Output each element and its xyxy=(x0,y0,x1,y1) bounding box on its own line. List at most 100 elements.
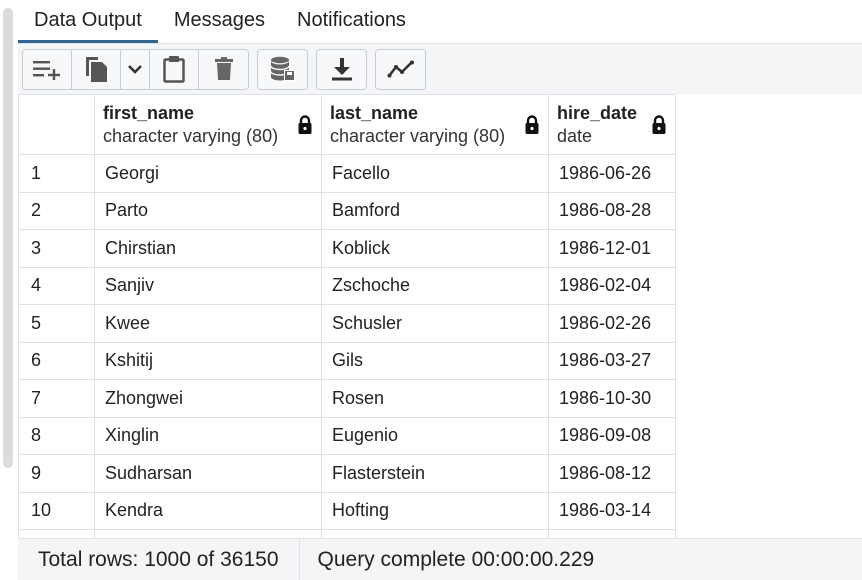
column-name: first_name xyxy=(103,102,195,123)
column-name: last_name xyxy=(330,102,419,123)
first-name-cell[interactable]: Zhongwei xyxy=(94,379,322,418)
table-body: 1 Georgi Facello 1986-06-26 2 Parto Bamford 198… xyxy=(18,154,676,538)
column-type: character varying (80) xyxy=(330,125,506,146)
row-number-cell[interactable]: 6 xyxy=(18,341,95,380)
hire-date-cell[interactable]: 1986-02-04 xyxy=(548,266,676,305)
download-icon xyxy=(331,58,352,81)
row-number-cell[interactable]: 8 xyxy=(18,416,95,455)
last-name-cell[interactable]: Facello xyxy=(321,154,549,193)
empty-cell[interactable] xyxy=(18,529,95,538)
row-number-cell[interactable]: 1 xyxy=(18,154,95,193)
hire-date-cell[interactable]: 1986-08-28 xyxy=(548,191,676,230)
table-row[interactable]: 4 Sanjiv Zschoche 1986-02-04 xyxy=(18,266,676,305)
table-row[interactable]: 7 Zhongwei Rosen 1986-10-30 xyxy=(18,379,676,418)
lock-icon xyxy=(652,114,666,134)
row-number-cell[interactable]: 10 xyxy=(18,491,95,530)
hire-date-cell[interactable]: 1986-03-27 xyxy=(548,341,676,380)
hire-date-cell[interactable]: 1986-03-14 xyxy=(548,491,676,530)
empty-cell[interactable] xyxy=(548,529,676,538)
data-toolbar xyxy=(18,44,862,94)
column-header-last-name[interactable]: last_name character varying (80) xyxy=(321,94,549,155)
hire-date-cell[interactable]: 1986-09-08 xyxy=(548,416,676,455)
tab-messages[interactable]: Messages xyxy=(158,0,281,40)
delete-icon xyxy=(214,57,233,80)
vertical-scrollbar[interactable] xyxy=(3,8,13,468)
add-row-button[interactable] xyxy=(23,49,72,89)
table-row[interactable]: 5 Kwee Schusler 1986-02-26 xyxy=(18,304,676,343)
last-name-cell[interactable]: Rosen xyxy=(321,379,549,418)
download-button[interactable] xyxy=(317,49,366,89)
column-type: character varying (80) xyxy=(103,125,279,146)
empty-cell[interactable] xyxy=(94,529,322,538)
save-data-button[interactable] xyxy=(258,49,307,89)
table-row[interactable]: 3 Chirstian Koblick 1986-12-01 xyxy=(18,229,676,268)
row-number-cell[interactable]: 4 xyxy=(18,266,95,305)
first-name-cell[interactable]: Chirstian xyxy=(94,229,322,268)
result-table: first_name character varying (80) last_n… xyxy=(18,94,676,538)
table-row[interactable]: 10 Kendra Hofting 1986-03-14 xyxy=(18,491,676,530)
last-name-cell[interactable]: Bamford xyxy=(321,191,549,230)
total-rows-status: Total rows: 1000 of 36150 xyxy=(38,547,279,571)
delete-button[interactable] xyxy=(199,49,248,89)
first-name-cell[interactable]: Xinglin xyxy=(94,416,322,455)
copy-button[interactable] xyxy=(72,49,121,89)
empty-cell[interactable] xyxy=(321,529,549,538)
column-header-hire-date[interactable]: hire_date date xyxy=(548,94,676,155)
copy-options-button[interactable] xyxy=(121,49,150,89)
graph-group xyxy=(375,48,426,90)
tab-notifications[interactable]: Notifications xyxy=(281,0,422,40)
row-number-cell[interactable]: 2 xyxy=(18,191,95,230)
data-grid: first_name character varying (80) last_n… xyxy=(18,94,862,538)
column-name: hire_date xyxy=(557,102,638,123)
row-number-cell[interactable]: 9 xyxy=(18,454,95,493)
last-name-cell[interactable]: Eugenio xyxy=(321,416,549,455)
first-name-cell[interactable]: Parto xyxy=(94,191,322,230)
save-group xyxy=(257,48,308,90)
row-number-cell[interactable]: 5 xyxy=(18,304,95,343)
add-row-icon xyxy=(33,61,60,80)
table-row[interactable]: 1 Georgi Facello 1986-06-26 xyxy=(18,154,676,193)
last-name-cell[interactable]: Hofting xyxy=(321,491,549,530)
table-row[interactable]: 9 Sudharsan Flasterstein 1986-08-12 xyxy=(18,454,676,493)
download-group xyxy=(316,48,367,90)
copy-icon xyxy=(86,57,107,82)
left-panel-edge xyxy=(0,0,18,580)
row-number-cell[interactable]: 7 xyxy=(18,379,95,418)
first-name-cell[interactable]: Kshitij xyxy=(94,341,322,380)
tab-data-output[interactable]: Data Output xyxy=(18,0,158,43)
first-name-cell[interactable]: Kwee xyxy=(94,304,322,343)
column-type: date xyxy=(557,125,593,146)
first-name-cell[interactable]: Georgi xyxy=(94,154,322,193)
last-name-cell[interactable]: Zschoche xyxy=(321,266,549,305)
paste-icon xyxy=(163,56,185,83)
hire-date-cell[interactable]: 1986-10-30 xyxy=(548,379,676,418)
lock-icon xyxy=(525,114,539,134)
hire-date-cell[interactable]: 1986-06-26 xyxy=(548,154,676,193)
last-name-cell[interactable]: Schusler xyxy=(321,304,549,343)
hire-date-cell[interactable]: 1986-12-01 xyxy=(548,229,676,268)
chevron-down-icon xyxy=(128,65,142,74)
column-header-first-name[interactable]: first_name character varying (80) xyxy=(94,94,322,155)
save-data-icon xyxy=(269,56,295,81)
table-row[interactable]: 8 Xinglin Eugenio 1986-09-08 xyxy=(18,416,676,455)
paste-button[interactable] xyxy=(150,49,199,89)
hire-date-cell[interactable]: 1986-02-26 xyxy=(548,304,676,343)
table-row[interactable]: 2 Parto Bamford 1986-08-28 xyxy=(18,191,676,230)
row-edit-group xyxy=(22,48,249,90)
table-row[interactable]: 6 Kshitij Gils 1986-03-27 xyxy=(18,341,676,380)
first-name-cell[interactable]: Sanjiv xyxy=(94,266,322,305)
first-name-cell[interactable]: Sudharsan xyxy=(94,454,322,493)
row-number-cell[interactable]: 3 xyxy=(18,229,95,268)
query-status: Query complete 00:00:00.229 xyxy=(298,539,615,580)
last-name-cell[interactable]: Flasterstein xyxy=(321,454,549,493)
result-tabs: Data Output Messages Notifications xyxy=(18,0,862,43)
row-number-header[interactable] xyxy=(18,94,95,155)
first-name-cell[interactable]: Kendra xyxy=(94,491,322,530)
last-name-cell[interactable]: Koblick xyxy=(321,229,549,268)
status-bar: Total rows: 1000 of 36150 Query complete… xyxy=(18,538,862,580)
graph-visualiser-button[interactable] xyxy=(376,49,425,89)
table-row[interactable] xyxy=(18,529,676,538)
graph-visualiser-icon xyxy=(387,60,414,78)
last-name-cell[interactable]: Gils xyxy=(321,341,549,380)
hire-date-cell[interactable]: 1986-08-12 xyxy=(548,454,676,493)
